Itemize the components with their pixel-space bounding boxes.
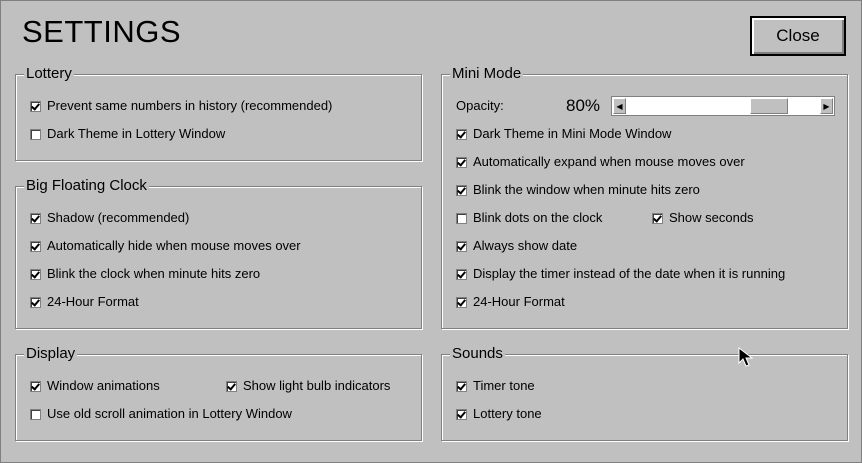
checkbox-box[interactable] xyxy=(456,408,467,420)
checkbox-label: Lottery tone xyxy=(473,406,542,421)
checkbox-box[interactable] xyxy=(30,380,41,392)
checkbox-label: Show light bulb indicators xyxy=(243,378,391,393)
timer-tone-checkbox[interactable]: Timer tone xyxy=(456,378,535,394)
checkbox-box[interactable] xyxy=(652,212,663,224)
checkbox-label: 24-Hour Format xyxy=(47,294,139,309)
clock-shadow-checkbox[interactable]: Shadow (recommended) xyxy=(30,210,189,226)
mini-blink-dots-checkbox[interactable]: Blink dots on the clock xyxy=(456,210,602,226)
checkbox-box[interactable] xyxy=(456,296,467,308)
checkbox-box[interactable] xyxy=(456,184,467,196)
display-group-title: Display xyxy=(24,344,78,364)
lottery-dark-theme-checkbox[interactable]: Dark Theme in Lottery Window xyxy=(30,126,225,142)
settings-window: SETTINGS Close Lottery Prevent same numb… xyxy=(0,0,862,463)
arrow-right-icon[interactable]: ▶ xyxy=(820,98,833,114)
checkbox-label: Timer tone xyxy=(473,378,535,393)
checkbox-box[interactable] xyxy=(30,268,41,280)
checkbox-label: 24-Hour Format xyxy=(473,294,565,309)
clock-blink-checkbox[interactable]: Blink the clock when minute hits zero xyxy=(30,266,260,282)
checkbox-label: Use old scroll animation in Lottery Wind… xyxy=(47,406,292,421)
light-bulb-indicators-checkbox[interactable]: Show light bulb indicators xyxy=(226,378,390,394)
checkbox-label: Shadow (recommended) xyxy=(47,210,190,225)
checkbox-label: Always show date xyxy=(473,238,578,253)
checkbox-label: Display the timer instead of the date wh… xyxy=(473,266,786,281)
mini-24-hour-checkbox[interactable]: 24-Hour Format xyxy=(456,294,565,310)
opacity-label: Opacity: xyxy=(456,98,504,113)
checkbox-box[interactable] xyxy=(30,100,41,112)
mouse-pointer-icon xyxy=(738,347,754,367)
lottery-group: Lottery xyxy=(15,64,422,161)
mini-dark-theme-checkbox[interactable]: Dark Theme in Mini Mode Window xyxy=(456,126,671,142)
checkbox-label: Automatically expand when mouse moves ov… xyxy=(473,154,745,169)
sounds-group: Sounds xyxy=(441,344,848,441)
close-button[interactable]: Close xyxy=(750,16,846,56)
window-animations-checkbox[interactable]: Window animations xyxy=(30,378,160,394)
mini-auto-expand-checkbox[interactable]: Automatically expand when mouse moves ov… xyxy=(456,154,745,170)
checkbox-box[interactable] xyxy=(456,128,467,140)
opacity-slider-thumb[interactable] xyxy=(750,98,789,114)
mini-always-show-date-checkbox[interactable]: Always show date xyxy=(456,238,577,254)
arrow-left-icon[interactable]: ◀ xyxy=(613,98,626,114)
opacity-value: 80% xyxy=(566,96,601,115)
clock-24-hour-checkbox[interactable]: 24-Hour Format xyxy=(30,294,139,310)
checkbox-label: Show seconds xyxy=(669,210,754,225)
display-group: Display xyxy=(15,344,422,441)
checkbox-box[interactable] xyxy=(30,408,41,420)
opacity-slider[interactable]: ◀ ▶ xyxy=(611,96,835,116)
checkbox-label: Dark Theme in Mini Mode Window xyxy=(473,126,672,141)
checkbox-box[interactable] xyxy=(30,128,41,140)
checkbox-box[interactable] xyxy=(30,240,41,252)
checkbox-label: Window animations xyxy=(47,378,160,393)
mini-blink-window-checkbox[interactable]: Blink the window when minute hits zero xyxy=(456,182,700,198)
checkbox-box[interactable] xyxy=(30,296,41,308)
page-title: SETTINGS xyxy=(22,14,182,49)
mini-timer-instead-checkbox[interactable]: Display the timer instead of the date wh… xyxy=(456,266,785,282)
checkbox-label: Blink dots on the clock xyxy=(473,210,603,225)
checkbox-label: Prevent same numbers in history (recomme… xyxy=(47,98,333,113)
checkbox-box[interactable] xyxy=(456,240,467,252)
checkbox-box[interactable] xyxy=(456,156,467,168)
mini-show-seconds-checkbox[interactable]: Show seconds xyxy=(652,210,754,226)
mini-mode-group-title: Mini Mode xyxy=(450,64,524,84)
clock-group-title: Big Floating Clock xyxy=(24,176,149,196)
old-scroll-animation-checkbox[interactable]: Use old scroll animation in Lottery Wind… xyxy=(30,406,292,422)
checkbox-box[interactable] xyxy=(456,268,467,280)
lottery-tone-checkbox[interactable]: Lottery tone xyxy=(456,406,542,422)
checkbox-label: Automatically hide when mouse moves over xyxy=(47,238,301,253)
checkbox-label: Blink the clock when minute hits zero xyxy=(47,266,261,281)
sounds-group-title: Sounds xyxy=(450,344,505,364)
checkbox-label: Blink the window when minute hits zero xyxy=(473,182,700,197)
checkbox-box[interactable] xyxy=(456,380,467,392)
checkbox-box[interactable] xyxy=(226,380,237,392)
checkbox-box[interactable] xyxy=(456,212,467,224)
prevent-same-numbers-checkbox[interactable]: Prevent same numbers in history (recomme… xyxy=(30,98,332,114)
lottery-group-title: Lottery xyxy=(24,64,74,84)
clock-auto-hide-checkbox[interactable]: Automatically hide when mouse moves over xyxy=(30,238,301,254)
checkbox-label: Dark Theme in Lottery Window xyxy=(47,126,226,141)
checkbox-box[interactable] xyxy=(30,212,41,224)
